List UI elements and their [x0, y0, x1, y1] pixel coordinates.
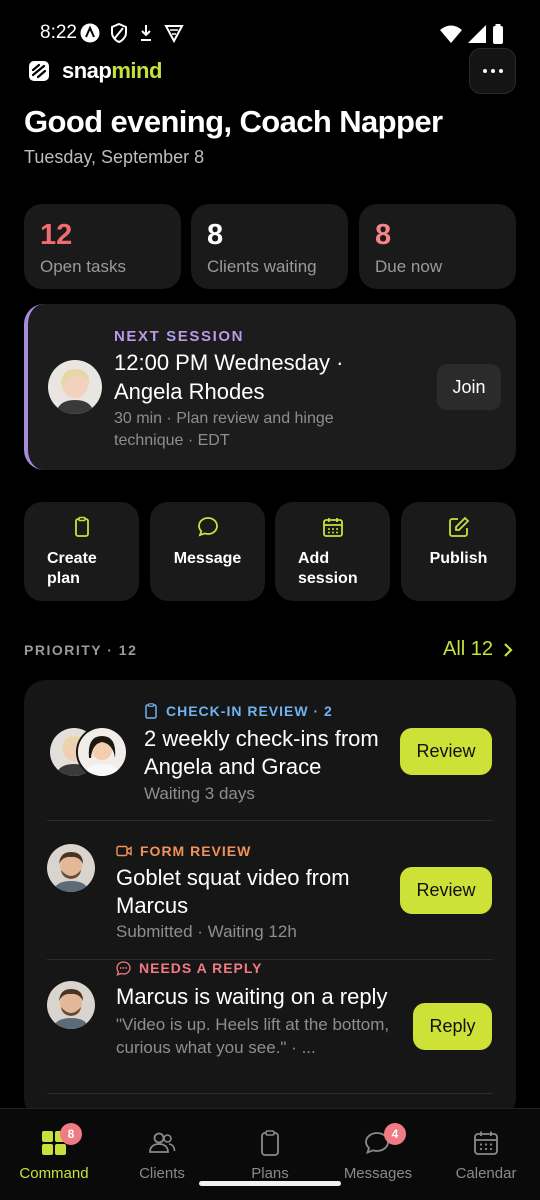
snapmind-logo-icon: [29, 61, 49, 81]
nav-label: Plans: [251, 1165, 289, 1182]
chevron-right-icon: [504, 642, 513, 657]
nav-item-calendar[interactable]: Calendar: [432, 1109, 540, 1200]
review-button[interactable]: Review: [400, 728, 492, 775]
priority-list: CHECK-IN REVIEW · 2 2 weekly check-ins f…: [24, 680, 516, 1120]
stat-due-now[interactable]: 8 Due now: [359, 204, 516, 289]
dot-icon: [498, 69, 503, 73]
nav-label: Clients: [139, 1165, 185, 1182]
item-subtitle: Waiting 3 days: [144, 784, 255, 803]
assistant-icon: [80, 23, 100, 43]
session-kicker: NEXT SESSION: [114, 328, 245, 345]
battery-icon: [493, 24, 503, 44]
video-icon: [116, 845, 132, 857]
date-line: Tuesday, September 8: [24, 147, 205, 167]
clipboard-icon: [145, 703, 157, 719]
stat-label: Due now: [375, 257, 443, 276]
priority-label: PRIORITY · 12: [24, 642, 138, 658]
bottom-nav: 8 Command Clients Plans 4 Messages Calen…: [0, 1108, 540, 1200]
dot-icon: [482, 69, 487, 73]
item-title: Goblet squat video from Marcus: [116, 865, 350, 918]
clipboard-icon: [261, 1130, 279, 1156]
stat-value: 8: [375, 219, 392, 251]
review-button[interactable]: Review: [400, 867, 492, 914]
list-item[interactable]: CHECK-IN REVIEW · 2 2 weekly check-ins f…: [24, 680, 516, 820]
chat-dots-icon: [116, 960, 131, 976]
chat-icon: [197, 517, 218, 537]
join-button[interactable]: Join: [437, 364, 501, 410]
avatar: [48, 360, 102, 414]
more-options-button[interactable]: [469, 48, 516, 94]
all-priority-link[interactable]: All 12: [443, 638, 513, 661]
add-session-button[interactable]: Add session: [275, 502, 390, 601]
stat-label: Open tasks: [40, 257, 126, 276]
action-label: Create plan: [47, 550, 97, 587]
download-icon: [141, 25, 151, 41]
nav-label: Command: [19, 1165, 89, 1182]
list-item[interactable]: NEEDS A REPLY Marcus is waiting on a rep…: [24, 960, 516, 1094]
session-subtitle: 30 min · Plan review and hinge technique…: [114, 410, 334, 449]
edit-icon: [448, 516, 469, 537]
nav-item-command[interactable]: 8 Command: [0, 1109, 108, 1200]
nav-item-clients[interactable]: Clients: [108, 1109, 216, 1200]
brand-name: snapmind: [62, 58, 162, 83]
next-session-card[interactable]: NEXT SESSION 12:00 PM Wednesday · Angela…: [24, 304, 516, 470]
item-title: 2 weekly check-ins from Angela and Grace: [144, 726, 379, 779]
action-label: Add session: [298, 550, 358, 587]
users-icon: [149, 1132, 176, 1153]
create-plan-button[interactable]: Create plan: [24, 502, 139, 601]
badge: 8: [60, 1123, 82, 1145]
calendar-icon: [474, 1131, 498, 1155]
item-subtitle: "Video is up. Heels lift at the bottom, …: [116, 1015, 390, 1057]
calendar-icon: [322, 518, 343, 537]
avatar: [45, 842, 97, 894]
action-label: Publish: [429, 550, 488, 567]
divider: [47, 1093, 493, 1094]
kicker: FORM REVIEW: [116, 843, 251, 859]
brand: snapmind: [28, 58, 162, 84]
nav-item-messages[interactable]: 4 Messages: [324, 1109, 432, 1200]
stat-open-tasks[interactable]: 12 Open tasks: [24, 204, 181, 289]
home-indicator[interactable]: [199, 1181, 341, 1186]
action-label: Message: [173, 550, 242, 567]
dot-icon: [490, 69, 495, 73]
stat-label: Clients waiting: [207, 257, 317, 276]
session-title: 12:00 PM Wednesday · Angela Rhodes: [114, 350, 344, 404]
shield-icon: [111, 23, 127, 43]
clipboard-icon: [74, 516, 89, 537]
stat-value: 12: [40, 219, 73, 251]
avatar: [76, 726, 128, 778]
nav-label: Calendar: [455, 1165, 517, 1182]
nav-item-plans[interactable]: Plans: [216, 1109, 324, 1200]
avatar: [45, 979, 97, 1031]
reply-button[interactable]: Reply: [413, 1003, 492, 1050]
vpn-icon: [164, 25, 184, 43]
badge: 4: [384, 1123, 406, 1145]
status-time: 8:22: [40, 22, 77, 43]
item-subtitle: Submitted · Waiting 12h: [116, 922, 297, 941]
greeting-title: Good evening, Coach Napper: [24, 104, 443, 139]
signal-icon: [468, 25, 486, 43]
stat-value: 8: [207, 219, 224, 251]
list-item[interactable]: FORM REVIEW Goblet squat video from Marc…: [24, 821, 516, 959]
wifi-icon: [440, 25, 462, 43]
message-button[interactable]: Message: [150, 502, 265, 601]
item-title: Marcus is waiting on a reply: [116, 984, 388, 1009]
stat-clients-waiting[interactable]: 8 Clients waiting: [191, 204, 348, 289]
publish-button[interactable]: Publish: [401, 502, 516, 601]
kicker: NEEDS A REPLY: [116, 960, 262, 976]
all-label: All 12: [443, 638, 494, 660]
kicker: CHECK-IN REVIEW · 2: [144, 703, 333, 719]
nav-label: Messages: [343, 1165, 413, 1182]
